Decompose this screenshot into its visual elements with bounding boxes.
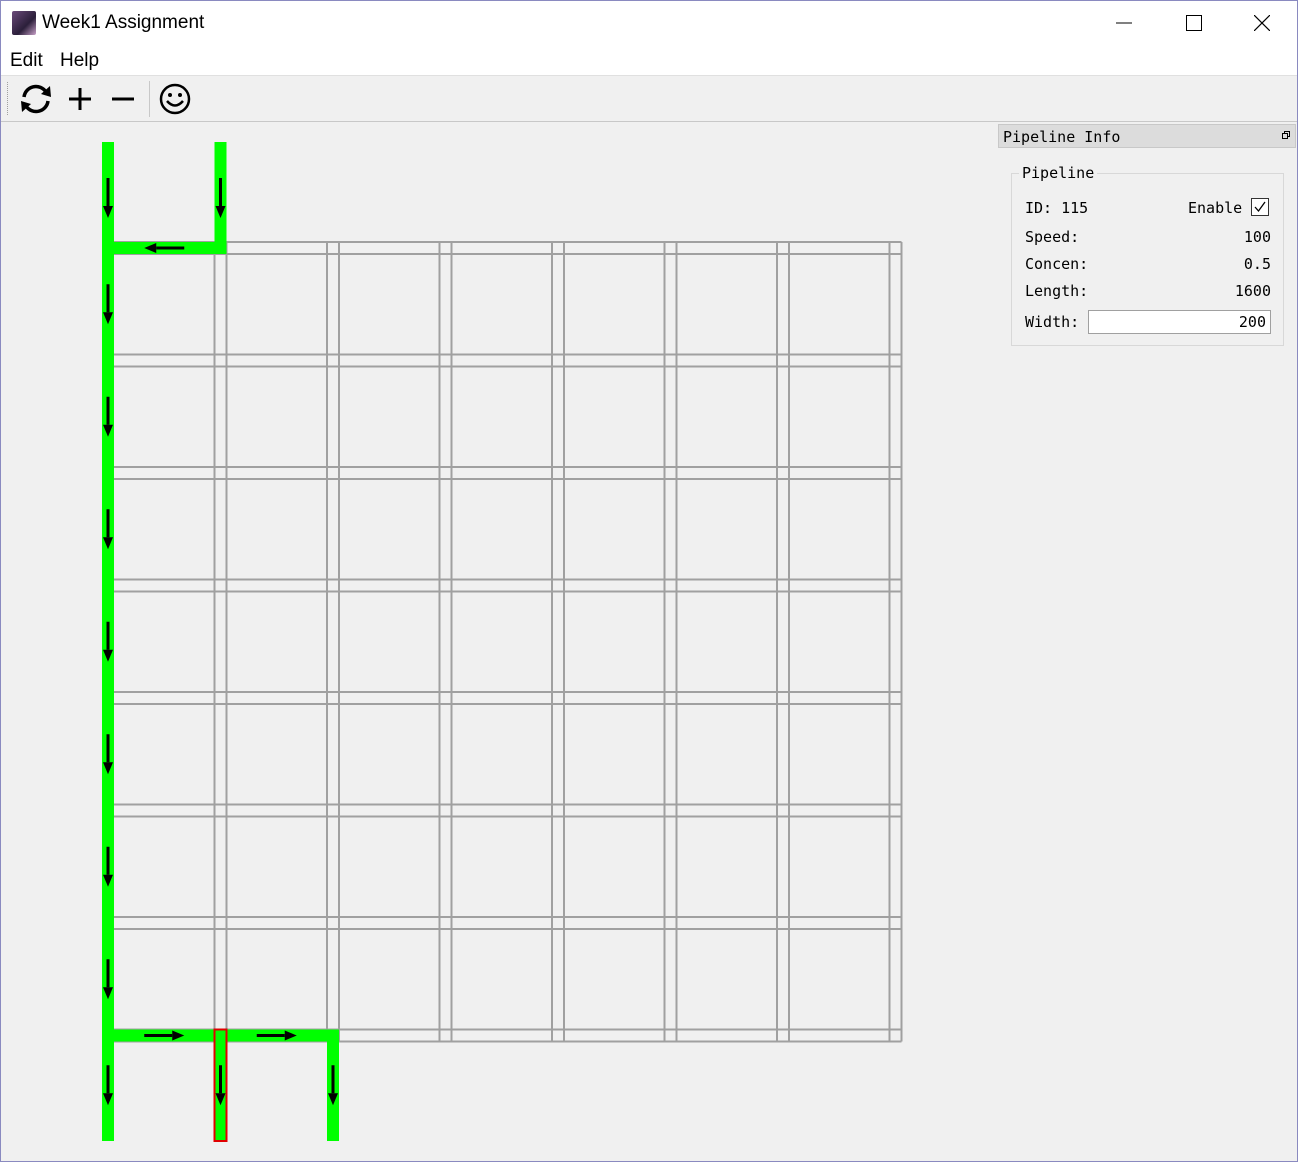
enable-checkbox[interactable] — [1251, 198, 1269, 216]
refresh-icon — [21, 84, 51, 114]
id-label: ID: 115 — [1025, 199, 1089, 217]
dock-title-bar[interactable]: Pipeline Info — [998, 124, 1296, 148]
menu-bar: Edit Help — [1, 45, 1297, 76]
about-button[interactable] — [156, 80, 194, 118]
float-icon[interactable] — [1282, 131, 1290, 139]
refresh-button[interactable] — [17, 80, 55, 118]
add-button[interactable] — [61, 80, 99, 118]
enable-label: Enable — [1188, 199, 1243, 217]
minimize-button[interactable] — [1089, 1, 1159, 45]
pipeline-canvas[interactable] — [1, 122, 997, 1161]
app-icon — [12, 11, 36, 35]
concen-label: Concen: — [1025, 255, 1089, 273]
concen-value: 0.5 — [1243, 255, 1271, 273]
window-title: Week1 Assignment — [42, 12, 205, 33]
speed-label: Speed: — [1025, 228, 1080, 246]
plus-icon — [69, 88, 91, 110]
remove-button[interactable] — [104, 80, 142, 118]
smiley-icon — [159, 83, 191, 115]
app-window: Week1 Assignment Edit Help Pipeline Info… — [0, 0, 1298, 1162]
minimize-icon — [1116, 22, 1132, 24]
maximize-button[interactable] — [1159, 1, 1229, 45]
length-value: 1600 — [1234, 282, 1271, 300]
toolbar-grip[interactable] — [7, 82, 10, 115]
toolbar — [1, 76, 1297, 122]
title-bar[interactable]: Week1 Assignment — [1, 1, 1297, 45]
width-label: Width: — [1025, 313, 1080, 331]
length-label: Length: — [1025, 282, 1089, 300]
dock-title: Pipeline Info — [1003, 128, 1121, 146]
close-icon — [1254, 15, 1270, 31]
width-input[interactable] — [1088, 310, 1271, 334]
menu-help[interactable]: Help — [60, 50, 99, 72]
group-title: Pipeline — [1019, 164, 1098, 182]
menu-edit[interactable]: Edit — [10, 50, 43, 72]
close-button[interactable] — [1227, 1, 1297, 45]
speed-value: 100 — [1243, 228, 1271, 246]
minus-icon — [112, 97, 134, 101]
maximize-icon — [1186, 15, 1202, 31]
checkmark-icon — [1254, 201, 1266, 213]
toolbar-separator — [149, 81, 150, 117]
